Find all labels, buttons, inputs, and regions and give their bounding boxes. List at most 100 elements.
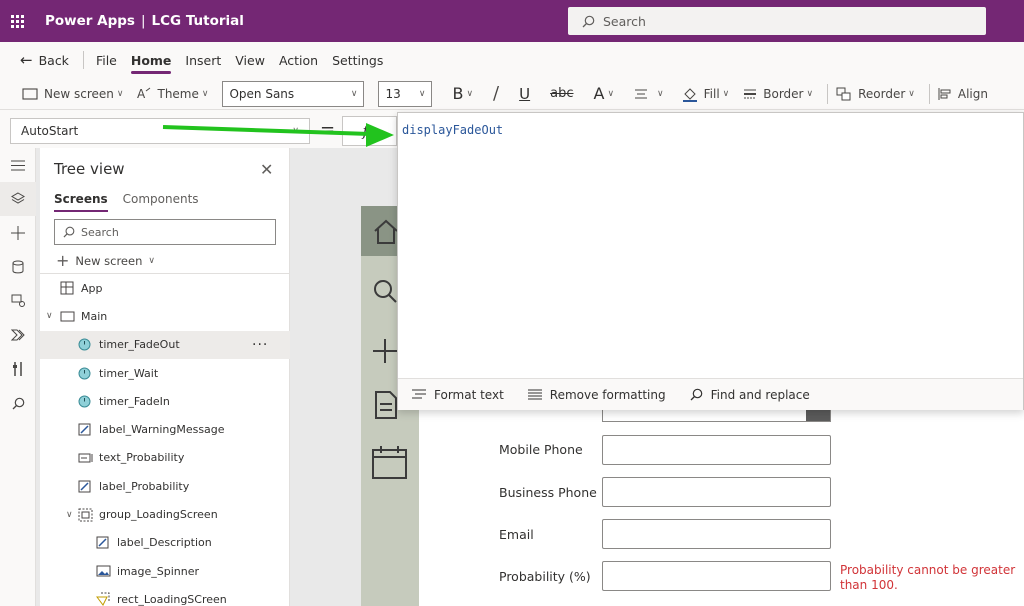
- remove-formatting-icon: [527, 389, 542, 400]
- tab-screens[interactable]: Screens: [54, 192, 108, 212]
- border-button[interactable]: Border ∨: [743, 87, 813, 101]
- bold-button[interactable]: B ∨: [452, 84, 473, 103]
- text-align-button[interactable]: ∨: [634, 88, 664, 100]
- arrow-left-icon: ←: [20, 51, 33, 69]
- business-phone-input[interactable]: [602, 477, 831, 507]
- tree-node-timer-fadeout[interactable]: timer_FadeOut ···: [40, 330, 290, 359]
- tree-node-label-probability[interactable]: label_Probability: [40, 472, 290, 500]
- database-icon[interactable]: [0, 250, 36, 284]
- tree-node-rect-loadingscreen[interactable]: rect_LoadingSCreen: [40, 585, 290, 606]
- tab-components[interactable]: Components: [123, 192, 199, 212]
- mobile-phone-label: Mobile Phone: [499, 442, 583, 457]
- more-options-icon[interactable]: ···: [252, 337, 268, 353]
- business-phone-label: Business Phone: [499, 485, 597, 500]
- tree-node-timer-wait[interactable]: timer_Wait: [40, 359, 290, 387]
- power-automate-icon[interactable]: [0, 318, 36, 352]
- screen-icon: [60, 311, 75, 322]
- format-text-button[interactable]: Format text: [412, 388, 504, 402]
- tree-node-label: image_Spinner: [117, 564, 200, 578]
- plus-icon[interactable]: [0, 216, 36, 250]
- tree-view-tabs: Screens Components: [54, 192, 214, 212]
- tree-node-text-probability[interactable]: text_Probability: [40, 444, 290, 472]
- tree-node-label: rect_LoadingSCreen: [117, 592, 227, 606]
- chevron-down-icon[interactable]: ∨: [66, 510, 73, 520]
- media-icon[interactable]: [0, 284, 36, 318]
- font-family-select[interactable]: Open Sans ∨: [222, 80, 365, 107]
- theme-button[interactable]: A Theme ∨: [137, 87, 208, 101]
- theme-icon: A: [137, 87, 151, 100]
- tree-node-label-warningmessage[interactable]: label_WarningMessage: [40, 415, 290, 443]
- italic-button[interactable]: /: [493, 83, 499, 104]
- tree-view-title: Tree view: [54, 160, 125, 178]
- tree-node-group-loadingscreen[interactable]: ∨ group_LoadingScreen: [40, 500, 290, 528]
- document-icon[interactable]: [374, 390, 398, 420]
- layers-icon[interactable]: [0, 182, 36, 216]
- fill-button[interactable]: Fill ∨: [682, 86, 729, 102]
- tree-node-label: Main: [81, 309, 108, 323]
- tree-node-image-spinner[interactable]: image_Spinner: [40, 557, 290, 585]
- tree-node-label: text_Probability: [99, 451, 185, 465]
- font-size-select[interactable]: 13 ∨: [378, 80, 433, 107]
- new-screen-button[interactable]: New screen ∨: [22, 87, 123, 101]
- project-name: LCG Tutorial: [151, 13, 244, 29]
- toolbar-divider: [928, 83, 930, 104]
- menu-action[interactable]: Action: [279, 42, 318, 78]
- menu-divider: [82, 51, 84, 69]
- format-text-icon: [412, 389, 426, 400]
- label-icon: [78, 423, 91, 436]
- find-replace-button[interactable]: Find and replace: [690, 388, 810, 402]
- app-launcher-icon[interactable]: [0, 0, 34, 42]
- home-icon[interactable]: [372, 218, 400, 246]
- fx-button[interactable]: fx: [342, 116, 397, 146]
- menu-view[interactable]: View: [235, 42, 265, 78]
- calendar-icon[interactable]: [371, 446, 408, 480]
- plus-icon[interactable]: [372, 338, 398, 364]
- mobile-phone-input[interactable]: [602, 435, 831, 465]
- chevron-down-icon[interactable]: ∨: [46, 311, 53, 321]
- timer-icon: [78, 395, 91, 408]
- remove-formatting-button[interactable]: Remove formatting: [527, 388, 666, 402]
- formula-editor[interactable]: displayFadeOut Format text Remove format…: [397, 112, 1024, 410]
- probability-label: Probability (%): [499, 569, 591, 584]
- chevron-down-icon: ∨: [116, 88, 124, 99]
- formula-code[interactable]: displayFadeOut: [402, 123, 503, 137]
- tree-node-app[interactable]: App: [40, 274, 290, 302]
- email-label: Email: [499, 527, 534, 542]
- tree-search-input[interactable]: Search: [54, 219, 276, 245]
- tools-icon[interactable]: [0, 352, 36, 386]
- property-select[interactable]: AutoStart ∨: [10, 118, 310, 144]
- timer-icon: [78, 338, 91, 351]
- tree-node-label: label_WarningMessage: [99, 423, 225, 437]
- timer-icon: [78, 367, 91, 380]
- screen-icon: [22, 87, 38, 100]
- tree-node-timer-fadein[interactable]: timer_FadeIn: [40, 387, 290, 415]
- menu-home[interactable]: Home: [130, 42, 171, 78]
- tree-node-label-description[interactable]: label_Description: [40, 529, 290, 557]
- reorder-button[interactable]: Reorder ∨: [836, 87, 915, 101]
- email-input[interactable]: [602, 519, 831, 549]
- probability-input[interactable]: [602, 561, 831, 591]
- tree-new-screen-button[interactable]: + New screen ∨: [56, 251, 155, 270]
- menu-insert[interactable]: Insert: [185, 42, 221, 78]
- search-icon[interactable]: [0, 386, 36, 420]
- search-icon[interactable]: [372, 278, 398, 304]
- menu-settings[interactable]: Settings: [332, 42, 383, 78]
- global-search-input[interactable]: Search: [568, 7, 986, 35]
- align-button[interactable]: Align: [938, 87, 988, 101]
- strikethrough-button[interactable]: abc: [550, 86, 573, 101]
- hamburger-icon[interactable]: [0, 148, 36, 182]
- close-icon[interactable]: ✕: [260, 160, 273, 179]
- command-toolbar: New screen ∨ A Theme ∨ Open Sans ∨ 13 ∨ B ∨ /…: [0, 78, 1024, 110]
- underline-button[interactable]: U: [519, 85, 530, 103]
- tree-node-main[interactable]: ∨ Main: [40, 302, 290, 330]
- back-button[interactable]: ← Back: [20, 42, 69, 78]
- rectangle-icon: [96, 592, 111, 606]
- reorder-icon: [836, 87, 852, 101]
- app-icon: [60, 281, 74, 295]
- tree-node-label: App: [81, 281, 103, 295]
- font-color-button[interactable]: A ∨: [593, 84, 614, 103]
- tree-node-list: App ∨ Main timer_FadeOut ··· timer_Wait timer_…: [40, 274, 290, 606]
- menu-file[interactable]: File: [96, 42, 117, 78]
- chevron-down-icon: ∨: [607, 88, 615, 99]
- plus-icon: +: [56, 251, 70, 270]
